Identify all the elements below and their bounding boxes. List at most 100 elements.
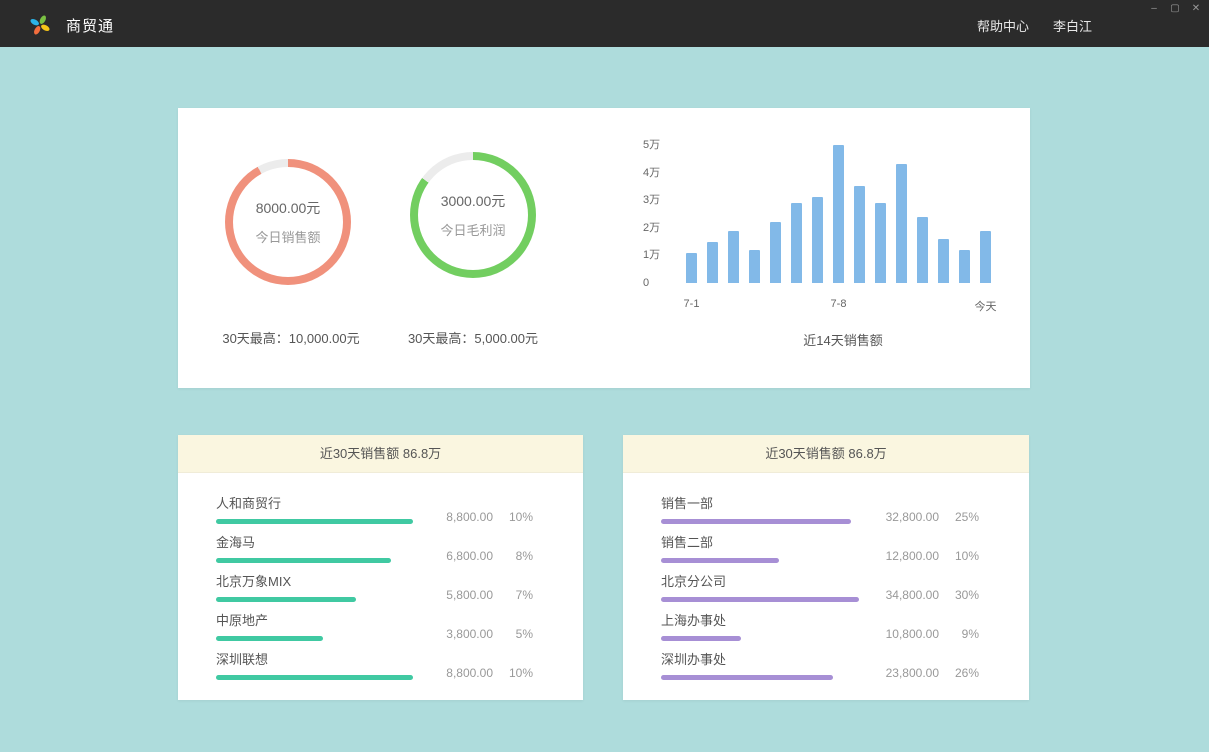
y-tick-label: 0 — [643, 277, 649, 289]
help-center-link[interactable]: 帮助中心 — [977, 16, 1029, 35]
row-left: 销售一部 — [661, 493, 877, 524]
list-item: 金海马 6,800.00 8% — [178, 524, 583, 563]
row-left: 北京万象MIX — [216, 571, 431, 602]
y-tick-label: 4万 — [643, 167, 660, 179]
amount-value: 8,800.00 — [431, 510, 493, 524]
percent-value: 8% — [505, 549, 533, 563]
username-link[interactable]: 李白江 — [1053, 16, 1092, 35]
maximize-button[interactable]: ▢ — [1169, 3, 1181, 15]
bar — [980, 231, 991, 283]
panel-title: 近30天销售额 86.8万 — [765, 446, 886, 461]
row-name: 中原地产 — [216, 610, 431, 629]
profit-ring-chart: 3000.00元 今日毛利润 — [410, 152, 536, 278]
amount-value: 6,800.00 — [431, 549, 493, 563]
percent-value: 10% — [505, 510, 533, 524]
y-tick-label: 5万 — [643, 139, 660, 151]
today-profit-value: 3000.00元 — [441, 191, 506, 211]
row-name: 人和商贸行 — [216, 493, 431, 512]
row-left: 销售二部 — [661, 532, 877, 563]
today-sales-label: 今日销售额 — [255, 227, 320, 246]
amount-value: 12,800.00 — [877, 549, 939, 563]
list-item: 销售一部 32,800.00 25% — [623, 485, 1029, 524]
panel-title: 近30天销售额 86.8万 — [320, 446, 441, 461]
percent-value: 5% — [505, 627, 533, 641]
percent-value: 30% — [951, 588, 979, 602]
bar — [707, 242, 718, 283]
bar — [728, 231, 739, 283]
today-profit-label: 今日毛利润 — [440, 220, 505, 239]
minimize-button[interactable]: – — [1148, 3, 1160, 15]
row-name: 销售二部 — [661, 532, 877, 551]
x-tick-label: 7-8 — [831, 298, 847, 310]
departments-sales-panel: 近30天销售额 86.8万 销售一部 32,800.00 25% 销售二部 12… — [623, 435, 1029, 700]
y-tick-label: 2万 — [643, 222, 660, 234]
panel-header: 近30天销售额 86.8万 — [623, 435, 1029, 473]
row-left: 深圳联想 — [216, 649, 431, 680]
progress-bar — [216, 675, 413, 680]
panel-rows: 销售一部 32,800.00 25% 销售二部 12,800.00 10% 北京… — [623, 473, 1029, 680]
amount-value: 10,800.00 — [877, 627, 939, 641]
bar — [938, 239, 949, 283]
row-name: 深圳联想 — [216, 649, 431, 668]
profit-ring-center: 3000.00元 今日毛利润 — [418, 160, 528, 270]
row-values: 32,800.00 25% — [877, 510, 979, 524]
bar — [833, 145, 844, 283]
list-item: 销售二部 12,800.00 10% — [623, 524, 1029, 563]
row-values: 8,800.00 10% — [431, 666, 533, 680]
sales-ring-chart: 8000.00元 今日销售额 — [225, 159, 351, 285]
list-item: 北京分公司 34,800.00 30% — [623, 563, 1029, 602]
percent-value: 7% — [505, 588, 533, 602]
today-sales-donut: 8000.00元 今日销售额 — [225, 159, 351, 285]
row-left: 金海马 — [216, 532, 431, 563]
bar — [812, 197, 823, 283]
y-axis: 5万4万3万2万1万0 — [643, 145, 679, 283]
today-sales-value: 8000.00元 — [256, 198, 321, 218]
profit-30day-max: 30天最高：5,000.00元 — [393, 328, 553, 347]
percent-value: 9% — [951, 627, 979, 641]
progress-bar — [661, 636, 741, 641]
panel-header: 近30天销售额 86.8万 — [178, 435, 583, 473]
list-item: 深圳联想 8,800.00 10% — [178, 641, 583, 680]
panel-rows: 人和商贸行 8,800.00 10% 金海马 6,800.00 8% 北京万象M… — [178, 473, 583, 680]
x-tick-label: 7-1 — [684, 298, 700, 310]
row-values: 12,800.00 10% — [877, 549, 979, 563]
list-item: 人和商贸行 8,800.00 10% — [178, 485, 583, 524]
list-item: 北京万象MIX 5,800.00 7% — [178, 563, 583, 602]
app-window: – ▢ ✕ 商贸通 帮助中心 李白江 8000.00元 — [0, 0, 1209, 752]
row-values: 5,800.00 7% — [431, 588, 533, 602]
progress-bar — [661, 675, 833, 680]
amount-value: 8,800.00 — [431, 666, 493, 680]
bar — [770, 222, 781, 283]
sales-ring-center: 8000.00元 今日销售额 — [233, 167, 343, 277]
list-item: 深圳办事处 23,800.00 26% — [623, 641, 1029, 680]
overview-card: 8000.00元 今日销售额 30天最高：10,000.00元 3000.00元… — [178, 108, 1030, 388]
row-left: 北京分公司 — [661, 571, 877, 602]
amount-value: 23,800.00 — [877, 666, 939, 680]
bar — [959, 250, 970, 283]
row-values: 3,800.00 5% — [431, 627, 533, 641]
percent-value: 26% — [951, 666, 979, 680]
progress-bar — [216, 636, 323, 641]
customers-sales-panel: 近30天销售额 86.8万 人和商贸行 8,800.00 10% 金海马 6,8… — [178, 435, 583, 700]
row-left: 上海办事处 — [661, 610, 877, 641]
x-tick-label: 今天 — [975, 298, 997, 314]
progress-bar — [661, 519, 851, 524]
row-name: 上海办事处 — [661, 610, 877, 629]
app-logo-icon — [28, 13, 52, 37]
percent-value: 10% — [505, 666, 533, 680]
row-values: 10,800.00 9% — [877, 627, 979, 641]
y-tick-label: 1万 — [643, 249, 660, 261]
bar-plot — [686, 145, 991, 283]
row-name: 金海马 — [216, 532, 431, 551]
close-button[interactable]: ✕ — [1190, 3, 1202, 15]
chart-caption: 近14天销售额 — [678, 330, 1008, 349]
today-profit-donut: 3000.00元 今日毛利润 — [410, 152, 536, 278]
title-bar: – ▢ ✕ 商贸通 帮助中心 李白江 — [0, 0, 1209, 47]
row-name: 北京万象MIX — [216, 571, 431, 590]
progress-bar — [216, 558, 391, 563]
row-name: 销售一部 — [661, 493, 877, 512]
row-name: 北京分公司 — [661, 571, 877, 590]
progress-bar — [661, 558, 779, 563]
bar — [791, 203, 802, 283]
bar — [896, 164, 907, 283]
